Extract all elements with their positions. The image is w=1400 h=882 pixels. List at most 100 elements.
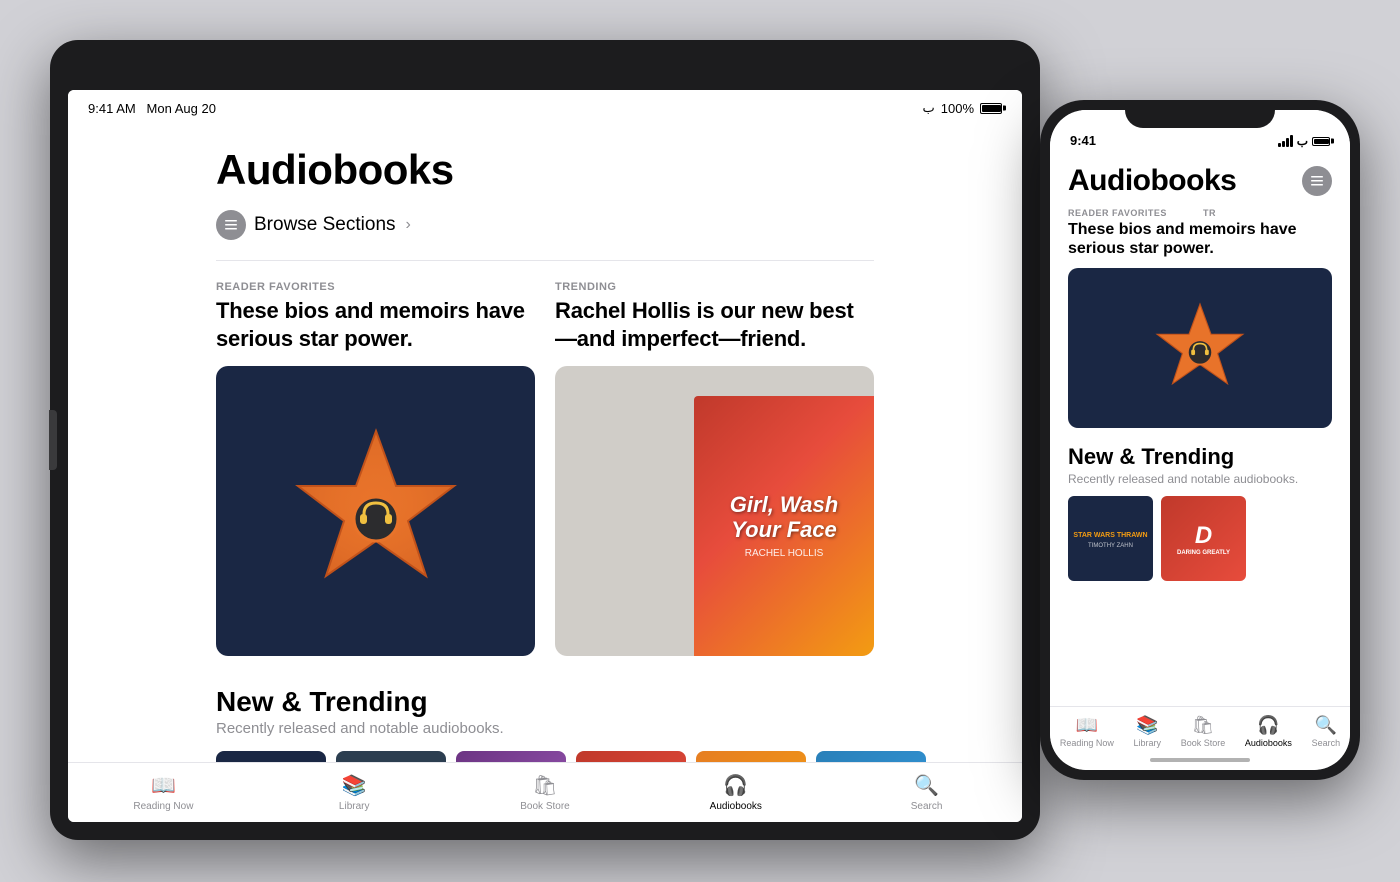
signal-bar-3 <box>1286 138 1289 147</box>
book-cover-girl-wash-face: Girl, Wash Your Face RACHEL HOLLIS <box>694 396 874 656</box>
new-trending-subtitle: Recently released and notable audiobooks… <box>216 720 874 737</box>
book-title: Girl, Wash Your Face <box>704 493 864 541</box>
book-thumb-1[interactable] <box>216 751 326 762</box>
iphone-books-row: STAR WARS THRAWN TIMOTHY ZAHN D DARING G… <box>1068 496 1332 581</box>
section1-headline: These bios and memoirs have serious star… <box>216 297 535 352</box>
ipad-status-right: ﺏ 100% <box>923 100 1003 116</box>
iphone-menu-button[interactable] <box>1302 166 1332 196</box>
iphone-tab-search-label: Search <box>1312 738 1341 748</box>
ipad-time: 9:41 AM Mon Aug 20 <box>88 101 216 116</box>
iphone-main-content: Audiobooks READER FAVORITES <box>1050 154 1350 706</box>
iphone-section1-category: READER FAVORITES <box>1068 208 1197 218</box>
iphone-tab-search[interactable]: 🔍 Search <box>1312 715 1341 748</box>
iphone-trending-label: TR <box>1203 208 1332 218</box>
iphone-home-indicator <box>1150 758 1250 762</box>
tab-audiobooks-icon: 🎧 <box>723 773 748 798</box>
iphone-tab-reading-icon: 📖 <box>1076 715 1098 736</box>
iphone-star-svg <box>1145 293 1255 403</box>
tab-library-label: Library <box>339 801 370 812</box>
book-thumb-6[interactable]: DAVID <box>816 751 926 762</box>
iphone-sections-header: READER FAVORITES TR <box>1068 208 1332 220</box>
iphone-wifi-icon: ﺏ <box>1297 134 1308 148</box>
tab-library-icon: 📚 <box>342 773 367 798</box>
ipad-home-button[interactable] <box>49 410 57 470</box>
books-row: G BECOMING SUPERNATURAL DINESH D'SOUZA D… <box>216 751 874 762</box>
iphone-book-thumb-1[interactable]: STAR WARS THRAWN TIMOTHY ZAHN <box>1068 496 1153 581</box>
new-trending-section: New & Trending Recently released and not… <box>216 686 874 762</box>
iphone-header-row: Audiobooks <box>1068 164 1332 198</box>
iphone-star-banner[interactable] <box>1068 268 1332 428</box>
section2-headline: Rachel Hollis is our new best—and imperf… <box>555 297 874 352</box>
section-trending: TRENDING Rachel Hollis is our new best—a… <box>555 281 874 656</box>
iphone-screen: 9:41 ﺏ Audiobooks <box>1050 110 1350 770</box>
iphone-tab-bookstore[interactable]: 🛍 Book Store <box>1181 715 1226 748</box>
browse-sections-label: Browse Sections <box>254 214 396 236</box>
signal-bars-icon <box>1278 135 1293 147</box>
iphone-device: 9:41 ﺏ Audiobooks <box>1040 100 1360 780</box>
iphone-tab-reading-label: Reading Now <box>1060 738 1114 748</box>
ipad-screen: 9:41 AM Mon Aug 20 ﺏ 100% Audiobooks <box>68 90 1022 822</box>
iphone-tab-search-icon: 🔍 <box>1315 715 1337 736</box>
tab-search-icon: 🔍 <box>914 773 939 798</box>
iphone-tab-reading-now[interactable]: 📖 Reading Now <box>1060 715 1114 748</box>
iphone-notch <box>1125 100 1275 128</box>
iphone-tab-audiobooks-label: Audiobooks <box>1245 738 1292 748</box>
star-banner[interactable] <box>216 366 535 656</box>
two-column-layout: READER FAVORITES These bios and memoirs … <box>216 281 874 656</box>
iphone-tab-bookstore-label: Book Store <box>1181 738 1226 748</box>
iphone-tab-library-icon: 📚 <box>1136 715 1158 736</box>
tab-reading-now-label: Reading Now <box>133 801 193 812</box>
iphone-tab-library-label: Library <box>1134 738 1162 748</box>
tab-bookstore[interactable]: 🛍 Book Store <box>450 773 641 812</box>
trending-banner[interactable]: Girl, Wash Your Face RACHEL HOLLIS <box>555 366 874 656</box>
book-thumb-2[interactable]: G <box>336 751 446 762</box>
tab-library[interactable]: 📚 Library <box>259 773 450 812</box>
tab-reading-now[interactable]: 📖 Reading Now <box>68 773 259 812</box>
tab-audiobooks[interactable]: 🎧 Audiobooks <box>640 773 831 812</box>
new-trending-title: New & Trending <box>216 686 874 718</box>
iphone-battery-icon <box>1312 137 1330 146</box>
ipad-main-content: Audiobooks Browse Sections › <box>68 126 1022 762</box>
section1-category: READER FAVORITES <box>216 281 535 293</box>
iphone-new-trending-subtitle: Recently released and notable audiobooks… <box>1068 472 1332 486</box>
divider <box>216 260 874 261</box>
star-svg <box>276 411 476 611</box>
ipad-device: 9:41 AM Mon Aug 20 ﺏ 100% Audiobooks <box>50 40 1040 840</box>
iphone-tab-library[interactable]: 📚 Library <box>1134 715 1162 748</box>
iphone-section1-headline: These bios and memoirs have serious star… <box>1068 220 1332 258</box>
tab-reading-now-icon: 📖 <box>151 773 176 798</box>
browse-sections-row[interactable]: Browse Sections › <box>216 210 874 240</box>
book-thumb-4[interactable]: DINESH D'SOUZA <box>576 751 686 762</box>
book-thumb-3[interactable]: BECOMING SUPERNATURAL <box>456 751 566 762</box>
browse-chevron-icon: › <box>406 216 411 234</box>
section2-category: TRENDING <box>555 281 874 293</box>
menu-icon <box>1310 174 1324 188</box>
menu-lines-icon <box>223 217 239 233</box>
scene: 9:41 AM Mon Aug 20 ﺏ 100% Audiobooks <box>0 0 1400 882</box>
book-thumb-5[interactable]: D AUDIBLE ORIGINAL <box>696 751 806 762</box>
tab-audiobooks-label: Audiobooks <box>710 801 762 812</box>
iphone-new-trending-title: New & Trending <box>1068 444 1332 470</box>
signal-bar-4 <box>1290 135 1293 147</box>
iphone-time: 9:41 <box>1070 133 1096 148</box>
iphone-book-thumb-2[interactable]: D DARING GREATLY <box>1161 496 1246 581</box>
iphone-tab-audiobooks-icon: 🎧 <box>1257 715 1279 736</box>
iphone-page-title: Audiobooks <box>1068 164 1236 198</box>
tab-search-label: Search <box>911 801 943 812</box>
signal-bar-2 <box>1282 141 1285 147</box>
iphone-tab-audiobooks[interactable]: 🎧 Audiobooks <box>1245 715 1292 748</box>
battery-icon <box>980 103 1002 114</box>
iphone-tab-bookstore-icon: 🛍 <box>1192 715 1215 736</box>
page-title: Audiobooks <box>216 146 874 194</box>
wifi-icon: ﺏ <box>923 100 935 116</box>
browse-sections-icon <box>216 210 246 240</box>
section-reader-favorites: READER FAVORITES These bios and memoirs … <box>216 281 535 656</box>
ipad-tab-bar: 📖 Reading Now 📚 Library 🛍 Book Store 🎧 A… <box>68 762 1022 822</box>
ipad-status-bar: 9:41 AM Mon Aug 20 ﺏ 100% <box>68 90 1022 126</box>
iphone-status-right: ﺏ <box>1278 134 1330 148</box>
signal-bar-1 <box>1278 143 1281 147</box>
tab-bookstore-label: Book Store <box>520 801 569 812</box>
tab-search[interactable]: 🔍 Search <box>831 773 1022 812</box>
book-author: RACHEL HOLLIS <box>745 548 824 559</box>
tab-bookstore-icon: 🛍 <box>532 773 557 798</box>
